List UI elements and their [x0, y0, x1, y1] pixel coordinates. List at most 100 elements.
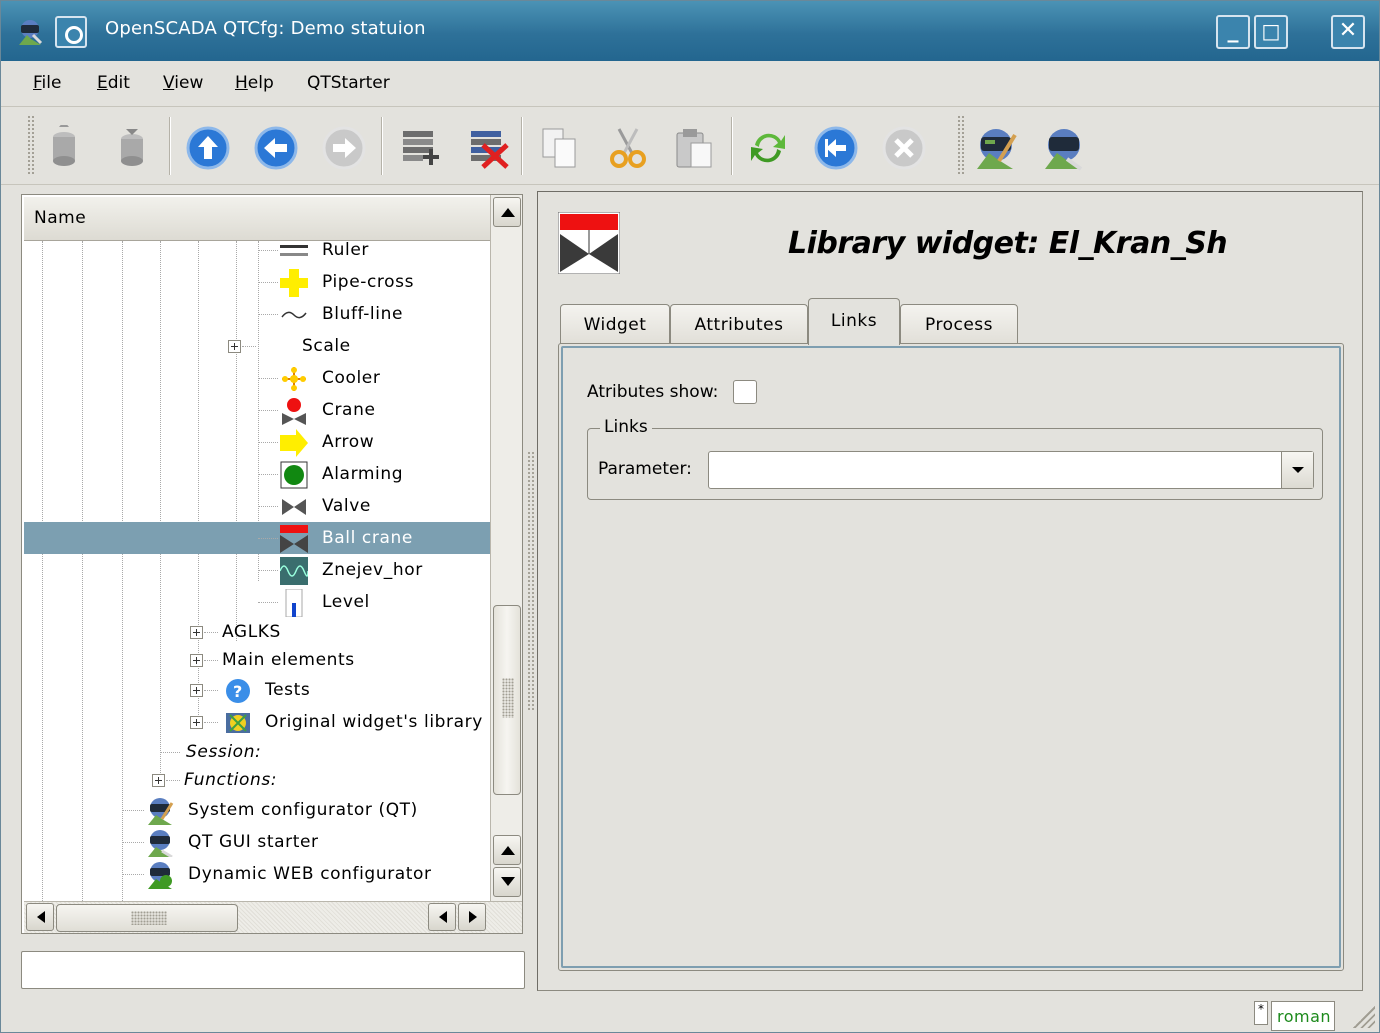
tree-header-name: Name [34, 208, 87, 228]
tab-links[interactable]: Links [808, 298, 900, 345]
tree-item-main-elements[interactable]: Main elements [24, 644, 490, 676]
window-title: OpenSCADA QTCfg: Demo statuion [105, 18, 426, 39]
attributes-show-checkbox[interactable] [733, 380, 757, 404]
panel-splitter[interactable] [527, 451, 535, 711]
tree-connector [258, 602, 278, 603]
tree-item-original-widgets-library[interactable]: Original widget's library [24, 706, 490, 738]
ball-crane-icon [557, 211, 621, 275]
tree-item-system-configurator[interactable]: System configurator (QT) [24, 794, 490, 826]
tree-item-znejev-hor[interactable]: Znejev_hor [24, 554, 490, 586]
back-icon[interactable] [253, 125, 299, 171]
tree-item-label: Original widget's library [265, 712, 483, 732]
window-menu-button[interactable] [55, 16, 87, 48]
expand-icon[interactable] [190, 626, 203, 639]
start-icon[interactable] [813, 125, 859, 171]
tree-body[interactable]: Ruler Pipe-cross Bluff-line Scale Cooler [24, 241, 490, 901]
refresh-icon[interactable] [745, 125, 791, 171]
navigation-tree[interactable]: Name Ruler Pipe-cross Bluff-line Scale C… [21, 194, 523, 934]
expand-icon[interactable] [190, 716, 203, 729]
tree-item-pipe-cross[interactable]: Pipe-cross [24, 266, 490, 298]
expand-icon[interactable] [190, 684, 203, 697]
user-indicator[interactable]: roman [1271, 1001, 1335, 1031]
tree-vertical-scrollbar[interactable] [490, 195, 522, 901]
qtcfg-app-icon[interactable] [973, 125, 1019, 171]
combobox-dropdown-button[interactable] [1281, 452, 1313, 488]
scroll-left-button[interactable] [26, 903, 54, 931]
tree-connector [166, 780, 180, 781]
menu-qtstarter[interactable]: QTStarter [307, 73, 390, 93]
db-save-icon[interactable] [109, 125, 155, 171]
expand-icon[interactable] [228, 340, 241, 353]
up-icon[interactable] [185, 125, 231, 171]
tree-item-label: Ball crane [322, 528, 413, 548]
tree-item-qt-gui-starter[interactable]: QT GUI starter [24, 826, 490, 859]
tab-attributes[interactable]: Attributes [670, 304, 808, 344]
menu-help[interactable]: Help [235, 73, 274, 93]
paste-icon[interactable] [671, 125, 717, 171]
menu-edit[interactable]: Edit [97, 73, 130, 93]
modified-indicator: * [1254, 1001, 1268, 1025]
expand-icon[interactable] [190, 654, 203, 667]
tree-item-tests[interactable]: ? Tests [24, 674, 490, 706]
tree-connector [258, 250, 278, 251]
tree-scroll-thumb[interactable] [493, 605, 521, 795]
resize-grip[interactable] [1353, 1006, 1375, 1028]
delete-item-icon[interactable] [465, 125, 511, 171]
tree-hscroll-thumb[interactable] [56, 904, 238, 932]
scroll-left-button-right[interactable] [428, 903, 456, 931]
tree-item-level[interactable]: Level [24, 586, 490, 618]
tree-item-arrow[interactable]: Arrow [24, 426, 490, 458]
toolbar-grip[interactable] [957, 115, 965, 175]
tree-item-scale[interactable]: Scale [24, 330, 490, 362]
forward-icon[interactable] [321, 125, 367, 171]
title-bar[interactable]: OpenSCADA QTCfg: Demo statuion _ □ ✕ [1, 1, 1379, 61]
toolbar-grip[interactable] [27, 115, 35, 175]
znejev-icon [279, 557, 309, 585]
openscada-app-icon[interactable] [15, 17, 45, 47]
add-item-icon[interactable] [397, 125, 443, 171]
tree-item-bluff-line[interactable]: Bluff-line [24, 298, 490, 330]
tree-item-cooler[interactable]: Cooler [24, 362, 490, 394]
alarming-icon [280, 461, 308, 489]
cut-icon[interactable] [605, 125, 651, 171]
parameter-combobox[interactable] [708, 451, 1314, 489]
crane-icon [280, 397, 308, 425]
qtstarter-app-icon[interactable] [1041, 125, 1087, 171]
tree-connector [204, 690, 218, 691]
tree-item-ruler[interactable]: Ruler [24, 241, 490, 266]
copy-icon[interactable] [537, 125, 583, 171]
tree-item-label: Arrow [322, 432, 375, 452]
tree-item-label: Pipe-cross [322, 272, 415, 292]
tree-item-crane[interactable]: Crane [24, 394, 490, 426]
tab-widget[interactable]: Widget [560, 304, 670, 344]
ruler-icon [280, 241, 308, 265]
expand-icon[interactable] [152, 774, 165, 787]
stop-icon[interactable] [881, 125, 927, 171]
scroll-up-button-lower[interactable] [493, 835, 521, 865]
menu-view[interactable]: View [163, 73, 203, 93]
menu-file[interactable]: File [33, 73, 61, 93]
tree-item-label: Alarming [322, 464, 404, 484]
tab-process[interactable]: Process [900, 304, 1018, 344]
tree-item-valve[interactable]: Valve [24, 490, 490, 522]
tree-item-dynamic-web-configurator[interactable]: Dynamic WEB configurator [24, 858, 490, 890]
close-button[interactable]: ✕ [1331, 15, 1365, 49]
db-load-icon[interactable] [41, 121, 87, 171]
scroll-up-button[interactable] [493, 197, 521, 227]
scroll-down-button[interactable] [493, 867, 521, 897]
tree-item-functions[interactable]: Functions: [24, 764, 490, 796]
pipe-cross-icon [280, 269, 308, 297]
scroll-right-button[interactable] [458, 903, 486, 931]
tree-item-alarming[interactable]: Alarming [24, 458, 490, 490]
tree-status-field[interactable] [21, 951, 525, 989]
starter-icon [146, 829, 174, 859]
tree-header[interactable]: Name [24, 197, 490, 241]
toolbar [1, 107, 1379, 185]
parameter-label: Parameter: [598, 459, 692, 479]
tree-item-label: Functions: [184, 770, 278, 790]
tree-horizontal-scrollbar[interactable] [24, 901, 522, 933]
minimize-button[interactable]: _ [1216, 15, 1250, 49]
maximize-button[interactable]: □ [1254, 15, 1288, 49]
tree-item-label: Crane [322, 400, 376, 420]
tree-item-ball-crane[interactable]: Ball crane [24, 522, 490, 554]
